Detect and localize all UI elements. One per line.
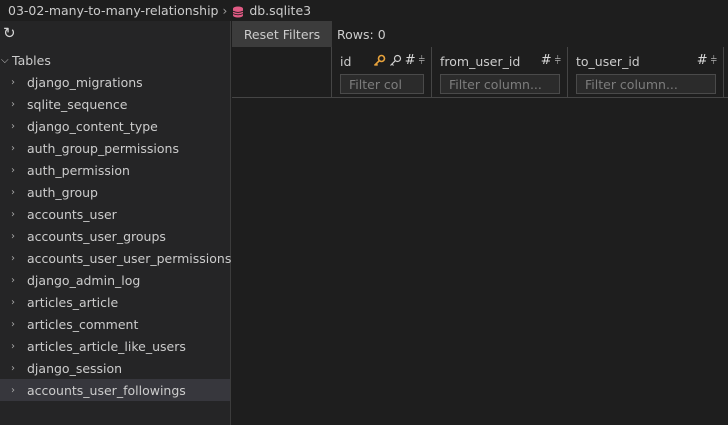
table-item-label: django_content_type xyxy=(27,118,158,134)
grid-header: id # ⫩ from_user_id # ⫩ to_user_id # ⫩ xyxy=(232,47,728,98)
hash-icon: # xyxy=(540,53,552,68)
chevron-right-icon: › xyxy=(11,164,15,176)
column-header-from-user-id[interactable]: from_user_id # ⫩ xyxy=(432,47,568,98)
table-item-label: auth_group xyxy=(27,184,98,200)
table-item-label: accounts_user_followings xyxy=(27,382,186,398)
table-item-label: sqlite_sequence xyxy=(27,96,128,112)
breadcrumb: 03-02-many-to-many-relationship › db.sql… xyxy=(0,0,728,21)
table-item-label: django_migrations xyxy=(27,74,143,90)
breadcrumb-file[interactable]: db.sqlite3 xyxy=(249,3,311,18)
table-item[interactable]: › auth_group xyxy=(0,181,230,203)
table-item[interactable]: › accounts_user_followings xyxy=(0,379,230,401)
table-item[interactable]: › articles_article_like_users xyxy=(0,335,230,357)
column-icons: # ⫩ xyxy=(373,53,425,68)
chevron-right-icon: › xyxy=(11,274,15,286)
table-item[interactable]: › django_migrations xyxy=(0,71,230,93)
hash-icon: # xyxy=(404,53,416,68)
table-item-label: articles_comment xyxy=(27,316,139,332)
table-item-label: auth_group_permissions xyxy=(27,140,179,156)
foreign-key-icon xyxy=(389,54,401,66)
chevron-right-icon: › xyxy=(11,208,15,220)
sidebar: ↻ ⌵ Tables › django_migrations › sqlite_seq… xyxy=(0,21,231,425)
chevron-right-icon: › xyxy=(222,3,228,18)
table-item-label: articles_article_like_users xyxy=(27,338,186,354)
table-item[interactable]: › django_content_type xyxy=(0,115,230,137)
table-item[interactable]: › auth_permission xyxy=(0,159,230,181)
table-item-label: auth_permission xyxy=(27,162,130,178)
table-item[interactable]: › sqlite_sequence xyxy=(0,93,230,115)
filter-input-id[interactable] xyxy=(340,74,424,94)
chevron-right-icon: › xyxy=(11,384,15,396)
column-icons: # ⫩ xyxy=(697,53,717,68)
chevron-right-icon: › xyxy=(11,120,15,132)
filter-input-to-user-id[interactable] xyxy=(576,74,716,94)
row-number-header xyxy=(232,47,332,98)
table-item-label: django_session xyxy=(27,360,123,376)
chevron-right-icon: › xyxy=(11,340,15,352)
table-item-label: accounts_user_user_permissions xyxy=(27,250,232,266)
table-item[interactable]: › accounts_user_user_permissions xyxy=(0,247,232,269)
primary-key-icon xyxy=(373,54,386,67)
refresh-icon[interactable]: ↻ xyxy=(3,25,19,41)
breadcrumb-folder[interactable]: 03-02-many-to-many-relationship xyxy=(8,3,219,18)
chevron-right-icon: › xyxy=(11,362,15,374)
table-item[interactable]: › accounts_user xyxy=(0,203,230,225)
table-item[interactable]: › accounts_user_groups xyxy=(0,225,230,247)
chevron-right-icon: › xyxy=(11,186,15,198)
toolbar: Reset Filters Rows: 0 xyxy=(232,21,386,47)
filter-input-from-user-id[interactable] xyxy=(440,74,560,94)
table-item-label: articles_article xyxy=(27,294,119,310)
rows-count: Rows: 0 xyxy=(337,26,386,42)
chevron-right-icon: › xyxy=(11,76,15,88)
table-item[interactable]: › django_session xyxy=(0,357,230,379)
chevron-right-icon: › xyxy=(11,296,15,308)
table-list: › django_migrations › sqlite_sequence › djang… xyxy=(0,71,232,401)
chevron-down-icon: ⌵ xyxy=(1,54,9,66)
chevron-right-icon: › xyxy=(11,318,15,330)
table-item-label: django_admin_log xyxy=(27,272,141,288)
table-item-label: accounts_user_groups xyxy=(27,228,166,244)
reset-filters-button[interactable]: Reset Filters xyxy=(232,21,332,47)
column-header-to-user-id[interactable]: to_user_id # ⫩ xyxy=(568,47,724,98)
chevron-right-icon: › xyxy=(11,230,15,242)
table-item[interactable]: › articles_article xyxy=(0,291,230,313)
table-item[interactable]: › auth_group_permissions xyxy=(0,137,230,159)
column-name: id xyxy=(340,54,352,69)
pin-icon[interactable]: ⫩ xyxy=(711,54,717,68)
column-icons: # ⫩ xyxy=(541,53,561,68)
pin-icon[interactable]: ⫩ xyxy=(555,54,561,68)
chevron-right-icon: › xyxy=(11,98,15,110)
column-header-id[interactable]: id # ⫩ xyxy=(332,47,432,98)
database-icon xyxy=(233,6,244,17)
table-item[interactable]: › articles_comment xyxy=(0,313,230,335)
table-item[interactable]: › django_admin_log xyxy=(0,269,230,291)
tables-header[interactable]: ⌵ Tables xyxy=(0,49,51,71)
table-item-label: accounts_user xyxy=(27,206,117,222)
chevron-right-icon: › xyxy=(11,142,15,154)
chevron-right-icon: › xyxy=(11,252,15,264)
hash-icon: # xyxy=(696,53,708,68)
column-name: from_user_id xyxy=(440,54,521,69)
tables-label: Tables xyxy=(12,52,51,68)
pin-icon[interactable]: ⫩ xyxy=(419,54,425,68)
column-name: to_user_id xyxy=(576,54,640,69)
